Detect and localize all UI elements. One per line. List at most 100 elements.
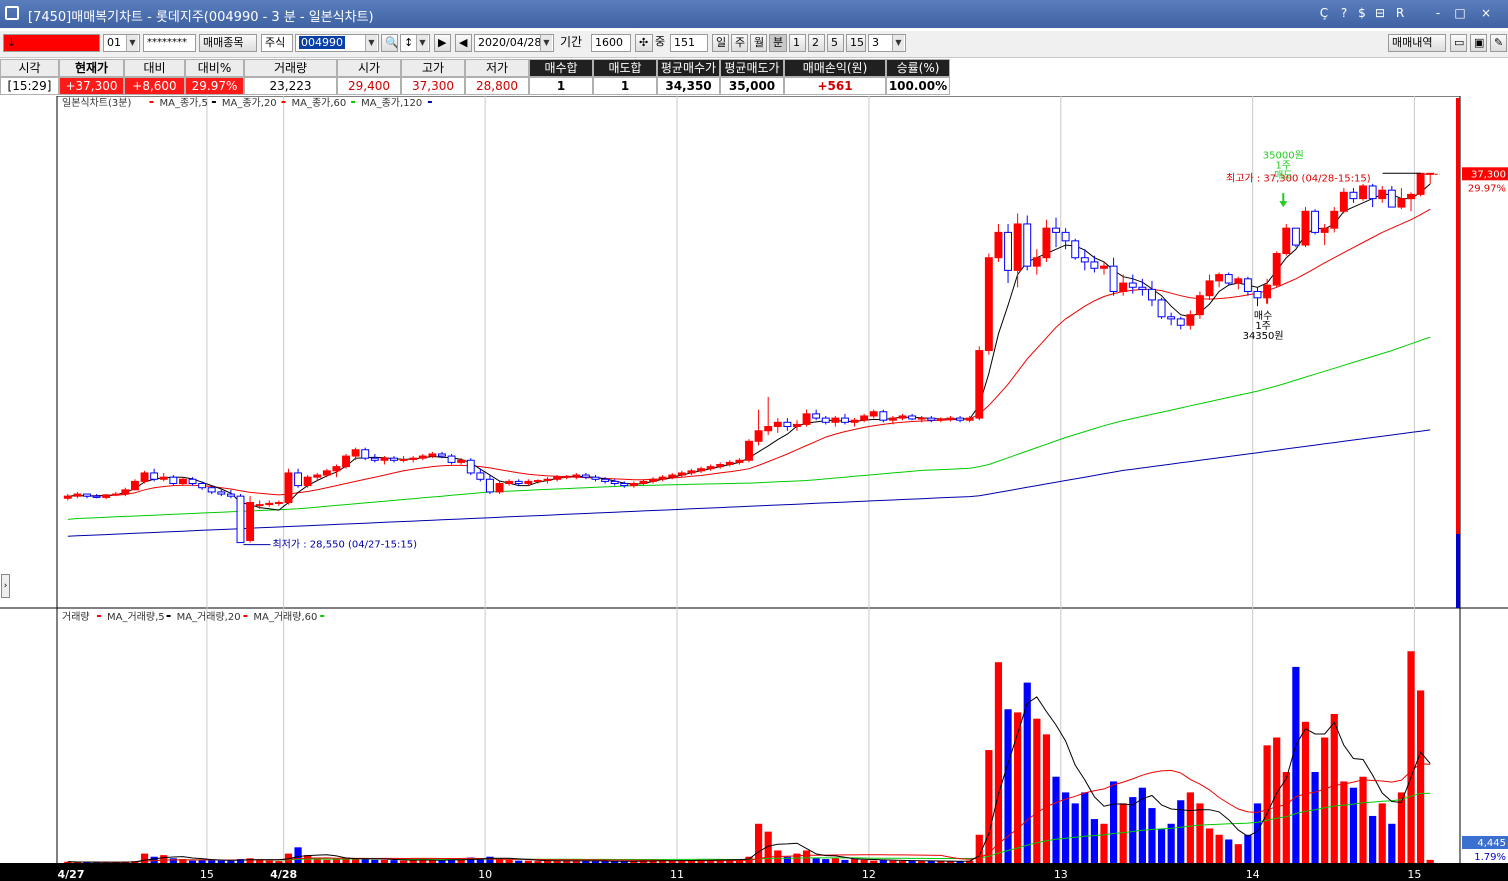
search-icon[interactable]: 🔍 [381, 34, 398, 52]
help-icon[interactable]: ? [1336, 5, 1352, 21]
candle-body-40 [447, 455, 456, 463]
candle-body-114 [1157, 299, 1166, 318]
candle-body-68 [716, 464, 725, 468]
code-input[interactable]: 004990 [295, 34, 379, 52]
info-value-0: [15:29] [0, 77, 59, 95]
expand-panel-button[interactable]: › [1, 574, 10, 598]
interval-2[interactable]: 2 [808, 34, 825, 52]
candle-body-81 [840, 417, 849, 423]
price-volume-chart[interactable]: 4/27 15 4/28 10 11 12 13 14 15 일본식차트(3분) MA_종가,5 MA… [0, 96, 1508, 881]
interval-1[interactable]: 1 [789, 34, 806, 52]
interval-5[interactable]: 5 [827, 34, 844, 52]
minimize-button[interactable]: - [1430, 5, 1446, 21]
candle-body-45 [495, 483, 504, 493]
pin-icon[interactable]: Ç [1316, 5, 1332, 21]
interval-15[interactable]: 15 [846, 34, 866, 52]
volume-bar-79 [822, 859, 830, 863]
info-value-4: 23,223 [244, 77, 337, 95]
candle-body-89 [917, 417, 926, 420]
period-input[interactable]: 1600 [591, 34, 631, 52]
candle-body-24 [294, 472, 303, 487]
interval-month[interactable]: 월 [750, 34, 767, 52]
candle-body-82 [850, 419, 859, 423]
close-button[interactable]: × [1478, 5, 1494, 21]
candle-body-67 [706, 466, 715, 470]
volume-bar-44 [486, 856, 494, 863]
volume-bar-88 [908, 860, 916, 863]
candle-body-120 [1215, 274, 1224, 282]
candle-body-119 [1205, 280, 1214, 297]
interval-day[interactable]: 일 [712, 34, 729, 52]
chart-area[interactable]: 4/27 15 4/28 10 11 12 13 14 15 일본식차트(3분) MA_종가,5 MA… [0, 96, 1508, 881]
refresh-icon[interactable]: R [1392, 5, 1408, 21]
candle-body-79 [821, 417, 830, 423]
title-bar: [7450]매매복기차트 - 롯데지주(004990 - 3 분 - 일본식차트… [0, 0, 1508, 28]
volume-bar-27 [323, 859, 331, 863]
candle-body-77 [802, 413, 811, 425]
candle-body-21 [265, 502, 274, 506]
trade-history-button[interactable]: 매매내역 [1388, 34, 1446, 52]
candle-body-6 [121, 489, 130, 495]
price-legend-3: MA_종가,60 [292, 97, 347, 109]
volume-bar-86 [889, 860, 897, 863]
volume-bar-24 [294, 847, 302, 863]
crosshair-icon[interactable]: ✣ [635, 34, 653, 52]
candle-body-20 [255, 504, 264, 507]
volume-bar-113 [1148, 808, 1156, 863]
volume-bar-48 [524, 860, 532, 863]
info-value-9: 1 [593, 77, 657, 95]
date-picker[interactable]: 2020/04/28 [474, 34, 554, 52]
password-field[interactable]: ******** [143, 34, 196, 52]
info-header-5: 시가 [337, 59, 401, 77]
volume-bar-34 [390, 860, 398, 863]
mid-input[interactable]: 151 [670, 34, 708, 52]
maximize-button[interactable]: □ [1452, 5, 1468, 21]
account-sub-select[interactable]: 01 [103, 34, 140, 52]
candle-body-4 [102, 494, 111, 498]
volume-bar-133 [1340, 781, 1348, 863]
candle-body-124 [1253, 290, 1262, 299]
interval-minute[interactable]: 분 [769, 34, 787, 52]
play-next-icon[interactable]: ▶ [434, 34, 451, 52]
candle-body-99 [1013, 223, 1022, 271]
candle-body-78 [812, 413, 821, 419]
volume-legend-swatch-3 [320, 615, 325, 617]
candle-body-49 [533, 480, 542, 483]
candle-body-22 [274, 501, 283, 504]
play-prev-icon[interactable]: ◀ [455, 34, 472, 52]
candle-body-130 [1311, 210, 1320, 233]
interval-custom-select[interactable]: 3 [868, 34, 906, 52]
interval-week[interactable]: 주 [731, 34, 748, 52]
window-title: [7450]매매복기차트 - 롯데지주(004990 - 3 분 - 일본식차트… [28, 10, 374, 25]
layout-icon[interactable]: ⊟ [1372, 5, 1388, 21]
candle-body-41 [457, 459, 466, 463]
volume-bar-130 [1311, 772, 1319, 863]
account-selector[interactable]: ↓ [3, 34, 100, 52]
candle-body-128 [1291, 227, 1300, 246]
candle-body-58 [620, 483, 629, 487]
trade-items-button[interactable]: 매매종목 [199, 34, 257, 52]
price-range-bar-down [1456, 534, 1460, 608]
candle-body-74 [773, 421, 782, 428]
info-header-2: 대비 [124, 59, 185, 77]
open-folder-icon[interactable]: ▭ [1450, 34, 1467, 52]
volume-bar-22 [275, 861, 283, 863]
candle-body-28 [332, 466, 341, 472]
candle-body-43 [476, 472, 485, 480]
save-icon[interactable]: ▣ [1470, 34, 1487, 52]
candle-body-63 [668, 474, 677, 478]
wrench-icon[interactable]: ✎ [1490, 34, 1507, 52]
candle-body-105 [1071, 240, 1080, 259]
volume-bar-85 [879, 860, 887, 863]
sort-toggle-icon[interactable]: ↕ [400, 34, 430, 52]
volume-bar-120 [1215, 834, 1223, 863]
candle-body-36 [409, 457, 418, 460]
candle-body-80 [831, 417, 840, 423]
money-icon[interactable]: $ [1354, 5, 1370, 21]
volume-bar-121 [1225, 839, 1233, 863]
volume-bar-49 [534, 861, 542, 863]
volume-bar-135 [1359, 776, 1367, 863]
price-legend-0: 일본식차트(3분) [62, 97, 131, 109]
toolbar: ↓ 01 ******** 매매종목 주식 004990 🔍 ↕ ▶ ◀ 202… [0, 31, 1508, 58]
candle-body-18 [236, 495, 245, 544]
